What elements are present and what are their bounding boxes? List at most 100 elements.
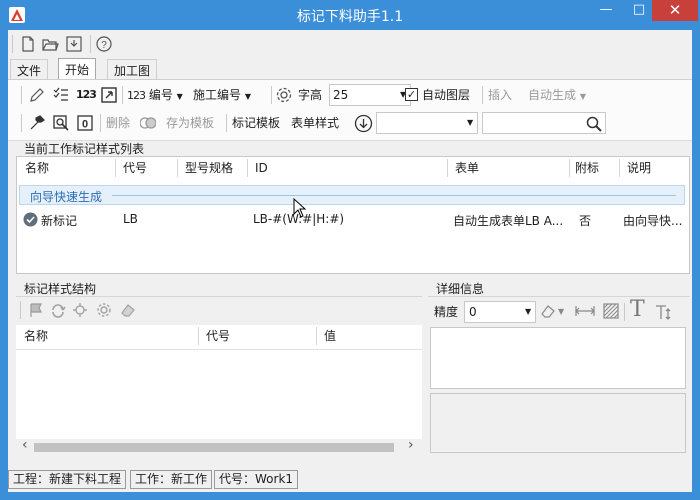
column-divider	[619, 159, 620, 177]
status-project: 工程：新建下料工程	[8, 470, 127, 489]
auto-layer-checkbox[interactable]: ✓	[405, 88, 418, 101]
table-header: 名称 代号 型号规格 ID 表单 附标 说明	[17, 157, 689, 181]
row-name: 新标记	[41, 214, 78, 228]
auto-generate-label: 自动生成	[528, 88, 577, 102]
form-style-button[interactable]: 表单样式	[291, 112, 339, 134]
construction-numbering-dropdown[interactable]: 施工编号 ▼	[193, 84, 251, 106]
scrollbar-thumb[interactable]	[34, 443, 394, 452]
text-style-icon[interactable]: T	[630, 297, 645, 322]
column-divider	[177, 159, 178, 177]
check-circle-icon	[23, 212, 38, 227]
chevron-down-icon: ▼	[579, 92, 586, 101]
structure-column-code[interactable]: 代号	[206, 325, 230, 347]
svg-text:?: ?	[101, 40, 107, 51]
numbering-label: 编号	[148, 88, 173, 102]
chevron-down-icon: ▼	[244, 92, 251, 101]
precision-select[interactable]: 0 ▼	[464, 301, 536, 323]
title-bar[interactable]: 标记下料助手1.1 — □ ✕	[0, 0, 700, 30]
save-as-template-button[interactable]: 存为模板	[166, 112, 214, 134]
toolbar-grip	[12, 35, 13, 53]
row-attached: 否	[579, 214, 592, 228]
font-height-select[interactable]: 25 ▼	[329, 84, 411, 106]
rotate-icon[interactable]	[50, 302, 66, 318]
column-divider	[198, 327, 199, 345]
column-divider	[447, 159, 448, 177]
close-button[interactable]: ✕	[652, 0, 698, 21]
settings-gear-icon[interactable]	[96, 302, 112, 318]
column-header-description[interactable]: 说明	[627, 157, 651, 179]
tab-file[interactable]: 文件	[10, 59, 49, 79]
move-target-icon[interactable]	[72, 302, 88, 318]
mark-template-button[interactable]: 标记模板	[232, 112, 280, 134]
minimize-button[interactable]: —	[592, 0, 620, 21]
main-window: ? 文件 开始 加工图 123 123 编号 ▼ 施工编号 ▼ 字高 25 ▼ …	[8, 30, 692, 492]
zero-box-icon[interactable]: 0	[76, 114, 94, 132]
search-icon[interactable]	[586, 116, 602, 132]
structure-table[interactable]: 名称 代号 值	[16, 325, 422, 455]
status-code: 代号：Work1	[214, 470, 299, 489]
header-divider	[16, 349, 422, 350]
delete-button[interactable]: 删除	[106, 112, 130, 134]
column-divider	[247, 159, 248, 177]
insert-button[interactable]: 插入	[488, 84, 512, 106]
horizontal-scrollbar[interactable]: ‹ ›	[16, 437, 422, 455]
flag-icon[interactable]	[28, 302, 44, 318]
column-header-attached[interactable]: 附标	[575, 157, 599, 179]
numbering-dropdown[interactable]: 123 编号 ▼	[127, 84, 183, 106]
checklist-icon[interactable]	[52, 86, 70, 104]
new-file-icon[interactable]	[18, 34, 38, 54]
arrow-down-circle-icon[interactable]	[354, 114, 373, 133]
column-header-form[interactable]: 表单	[455, 157, 479, 179]
details-title: 详细信息	[436, 282, 485, 296]
group-divider	[112, 195, 676, 196]
precision-value: 0	[469, 305, 477, 319]
column-header-model[interactable]: 型号规格	[185, 157, 233, 179]
chevron-down-icon: ▼	[525, 307, 532, 316]
eraser-icon[interactable]	[120, 302, 136, 318]
structure-column-value[interactable]: 值	[324, 325, 336, 347]
zoom-find-icon[interactable]	[52, 114, 70, 132]
number-123-icon[interactable]: 123	[76, 84, 97, 106]
ribbon-grip	[21, 114, 22, 132]
column-header-code[interactable]: 代号	[123, 157, 147, 179]
chevron-down-icon[interactable]: ▼	[558, 307, 564, 316]
dimension-icon[interactable]	[574, 303, 596, 319]
toolbar-separator	[624, 303, 625, 321]
column-header-id[interactable]: ID	[255, 157, 268, 179]
help-icon[interactable]: ?	[94, 34, 114, 54]
mouse-cursor-icon	[293, 198, 307, 218]
text-height-icon[interactable]	[654, 303, 672, 321]
details-content-box[interactable]	[430, 327, 686, 389]
maximize-button[interactable]: □	[625, 0, 653, 21]
eraser-icon[interactable]	[540, 303, 556, 319]
renumber-icon[interactable]	[100, 86, 118, 104]
details-preview-box	[430, 393, 686, 453]
table-row[interactable]: 新标记 LB LB-#(W:#|H:#) 自动生成表单LB A... 否 由向导…	[17, 209, 689, 231]
toggle-icon[interactable]	[140, 116, 156, 130]
column-divider	[316, 327, 317, 345]
group-header-row[interactable]: 向导快速生成	[19, 185, 685, 205]
structure-column-name[interactable]: 名称	[24, 325, 48, 347]
hammer-icon[interactable]	[28, 114, 46, 132]
gear-icon[interactable]	[275, 86, 293, 104]
auto-layer-label: 自动图层	[422, 88, 471, 102]
scroll-left-arrow[interactable]: ‹	[22, 437, 28, 453]
style-list-table[interactable]: 名称 代号 型号规格 ID 表单 附标 说明 向导快速生成 新标记 LB LB-…	[16, 156, 690, 274]
tab-processing-drawing[interactable]: 加工图	[107, 59, 158, 79]
scroll-right-arrow[interactable]: ›	[408, 437, 414, 453]
row-code: LB	[123, 212, 138, 226]
row-description: 由向导快...	[623, 214, 683, 228]
template-select[interactable]: ▼	[376, 112, 478, 134]
save-icon[interactable]	[64, 34, 84, 54]
pencil-icon[interactable]	[28, 86, 46, 104]
open-folder-icon[interactable]	[40, 34, 60, 54]
svg-text:0: 0	[82, 119, 88, 131]
number-icon-rest: 23	[133, 89, 146, 102]
tab-start[interactable]: 开始	[58, 58, 97, 80]
toolbar-grip	[20, 301, 21, 319]
group-label: 向导快速生成	[30, 190, 103, 204]
auto-generate-dropdown[interactable]: 自动生成 ▼	[528, 84, 586, 106]
hatch-icon[interactable]	[602, 302, 620, 320]
column-header-name[interactable]: 名称	[25, 157, 49, 179]
toolbar-separator	[90, 35, 91, 53]
